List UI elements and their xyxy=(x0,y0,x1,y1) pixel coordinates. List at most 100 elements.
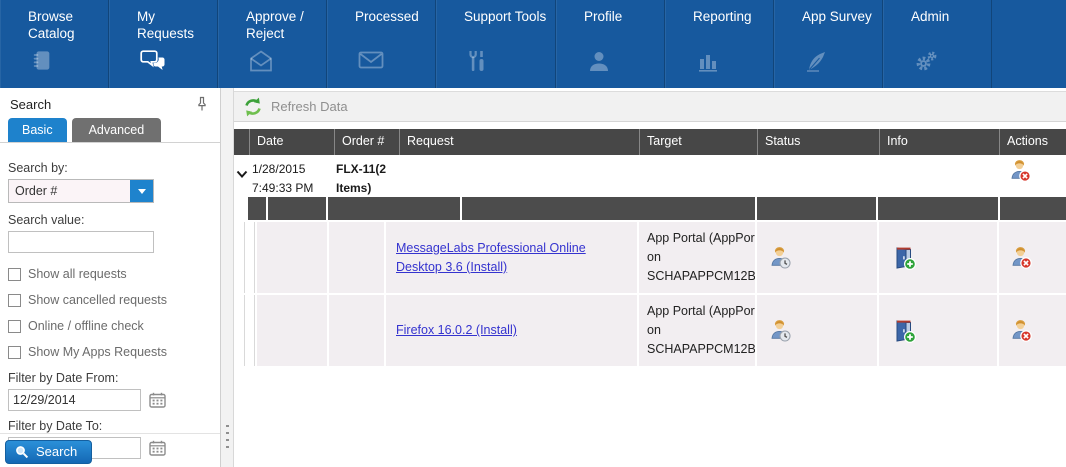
nav-filler xyxy=(992,0,1066,88)
search-panel-title: Search xyxy=(10,97,51,112)
search-tabs: Basic Advanced xyxy=(0,118,220,143)
splitter-grip-icon[interactable] xyxy=(226,425,229,451)
actions-cell xyxy=(999,295,1066,366)
nav-reporting[interactable]: Reporting xyxy=(665,0,774,88)
nav-my-requests[interactable]: My Requests xyxy=(109,0,218,88)
date-from-label: Filter by Date From: xyxy=(8,371,212,385)
book-icon xyxy=(31,50,53,76)
grid-toolbar: Refresh Data xyxy=(234,91,1066,122)
collapse-group-button[interactable] xyxy=(234,155,249,197)
checkbox-show-all-requests[interactable]: Show all requests xyxy=(8,267,212,281)
request-row: Firefox 16.0.2 (Install) App Portal (App… xyxy=(234,295,1066,366)
open-envelope-icon xyxy=(249,50,273,77)
status-cell xyxy=(757,295,877,366)
order-group-row: 1/28/2015 7:49:33 PM FLX-11(2 Items) xyxy=(234,155,1066,197)
checkbox-online-offline-check[interactable]: Online / offline check xyxy=(8,319,212,333)
cancel-request-icon[interactable] xyxy=(1007,158,1066,183)
tab-basic[interactable]: Basic xyxy=(8,118,67,142)
top-navigation: Browse Catalog My Requests Approve / Rej… xyxy=(0,0,1066,88)
checkbox-show-cancelled-requests[interactable]: Show cancelled requests xyxy=(8,293,212,307)
tab-advanced[interactable]: Advanced xyxy=(72,118,162,142)
search-button-label: Search xyxy=(36,444,77,459)
date-from-input[interactable] xyxy=(8,389,141,411)
tools-icon xyxy=(467,50,487,77)
row-indent xyxy=(244,222,255,293)
magnifier-icon xyxy=(15,445,29,459)
nav-approve-reject-label: Approve / Reject xyxy=(246,9,322,43)
col-request[interactable]: Request xyxy=(399,129,639,155)
nav-support-tools[interactable]: Support Tools xyxy=(436,0,556,88)
checkbox-icon[interactable] xyxy=(8,320,21,333)
cancel-request-icon[interactable] xyxy=(1008,245,1033,270)
person-icon xyxy=(587,50,611,77)
chevron-down-icon xyxy=(138,189,146,194)
request-cell: MessageLabs Professional Online Desktop … xyxy=(386,222,637,293)
add-program-icon[interactable] xyxy=(891,318,917,344)
nav-processed[interactable]: Processed xyxy=(327,0,436,88)
nav-browse-catalog[interactable]: Browse Catalog xyxy=(0,0,109,88)
panel-splitter[interactable] xyxy=(221,88,234,467)
user-status-icon[interactable] xyxy=(767,318,792,343)
group-date: 1/28/2015 7:49:33 PM xyxy=(249,155,334,197)
nav-admin[interactable]: Admin xyxy=(883,0,992,88)
chat-bubbles-icon xyxy=(140,50,166,77)
nav-processed-label: Processed xyxy=(355,9,431,26)
refresh-icon xyxy=(242,96,264,118)
search-value-label: Search value: xyxy=(8,213,212,227)
col-date[interactable]: Date xyxy=(249,129,334,155)
search-value-input[interactable] xyxy=(8,231,154,253)
status-cell xyxy=(757,222,877,293)
nav-admin-label: Admin xyxy=(911,9,987,26)
grid-header: Date Order # Request Target Status Info … xyxy=(234,129,1066,155)
search-by-select[interactable]: Order # xyxy=(8,179,154,203)
search-by-dropdown-button[interactable] xyxy=(130,180,153,202)
col-info[interactable]: Info xyxy=(879,129,999,155)
checkbox-show-my-apps-requests[interactable]: Show My Apps Requests xyxy=(8,345,212,359)
checkbox-icon[interactable] xyxy=(8,268,21,281)
add-program-icon[interactable] xyxy=(891,245,917,271)
search-by-label: Search by: xyxy=(8,161,212,175)
col-expander[interactable] xyxy=(234,129,249,155)
col-actions[interactable]: Actions xyxy=(999,129,1066,155)
order-cell xyxy=(329,295,384,366)
date-cell xyxy=(257,222,327,293)
nav-support-tools-label: Support Tools xyxy=(464,9,551,26)
row-indent xyxy=(244,295,255,366)
nested-grid-header xyxy=(248,197,1066,220)
actions-cell xyxy=(999,222,1066,293)
nav-profile[interactable]: Profile xyxy=(556,0,665,88)
target-cell: App Portal (AppPortal) on SCHAPAPPCM12BO… xyxy=(639,295,755,366)
nav-profile-label: Profile xyxy=(584,9,660,26)
nav-app-survey[interactable]: App Survey xyxy=(774,0,883,88)
requests-main: Refresh Data Date Order # Request Target… xyxy=(234,88,1066,467)
group-order-id: FLX-11(2 Items) xyxy=(334,155,399,197)
calendar-icon[interactable] xyxy=(149,392,166,408)
request-cell: Firefox 16.0.2 (Install) xyxy=(386,295,637,366)
user-status-icon[interactable] xyxy=(767,245,792,270)
envelope-icon xyxy=(358,50,384,75)
cancel-request-icon[interactable] xyxy=(1008,318,1033,343)
nav-approve-reject[interactable]: Approve / Reject xyxy=(218,0,327,88)
nav-browse-catalog-label: Browse Catalog xyxy=(28,9,104,43)
info-cell xyxy=(879,222,997,293)
checkbox-icon[interactable] xyxy=(8,294,21,307)
col-status[interactable]: Status xyxy=(757,129,879,155)
refresh-data-button[interactable] xyxy=(242,96,264,118)
target-cell: App Portal (AppPortal) on SCHAPAPPCM12BO… xyxy=(639,222,755,293)
bar-chart-icon xyxy=(696,50,720,77)
date-cell xyxy=(257,295,327,366)
col-order[interactable]: Order # xyxy=(334,129,399,155)
request-link[interactable]: Firefox 16.0.2 (Install) xyxy=(396,321,517,340)
col-target[interactable]: Target xyxy=(639,129,757,155)
info-cell xyxy=(879,295,997,366)
search-panel: Search Basic Advanced Search by: Order #… xyxy=(0,88,221,467)
search-button[interactable]: Search xyxy=(5,440,92,464)
request-row: MessageLabs Professional Online Desktop … xyxy=(234,222,1066,293)
pin-icon[interactable] xyxy=(196,96,208,112)
order-cell xyxy=(329,222,384,293)
checkbox-icon[interactable] xyxy=(8,346,21,359)
nav-app-survey-label: App Survey xyxy=(802,9,878,26)
nav-reporting-label: Reporting xyxy=(693,9,769,26)
refresh-data-label[interactable]: Refresh Data xyxy=(271,99,348,114)
request-link[interactable]: MessageLabs Professional Online Desktop … xyxy=(396,239,627,277)
